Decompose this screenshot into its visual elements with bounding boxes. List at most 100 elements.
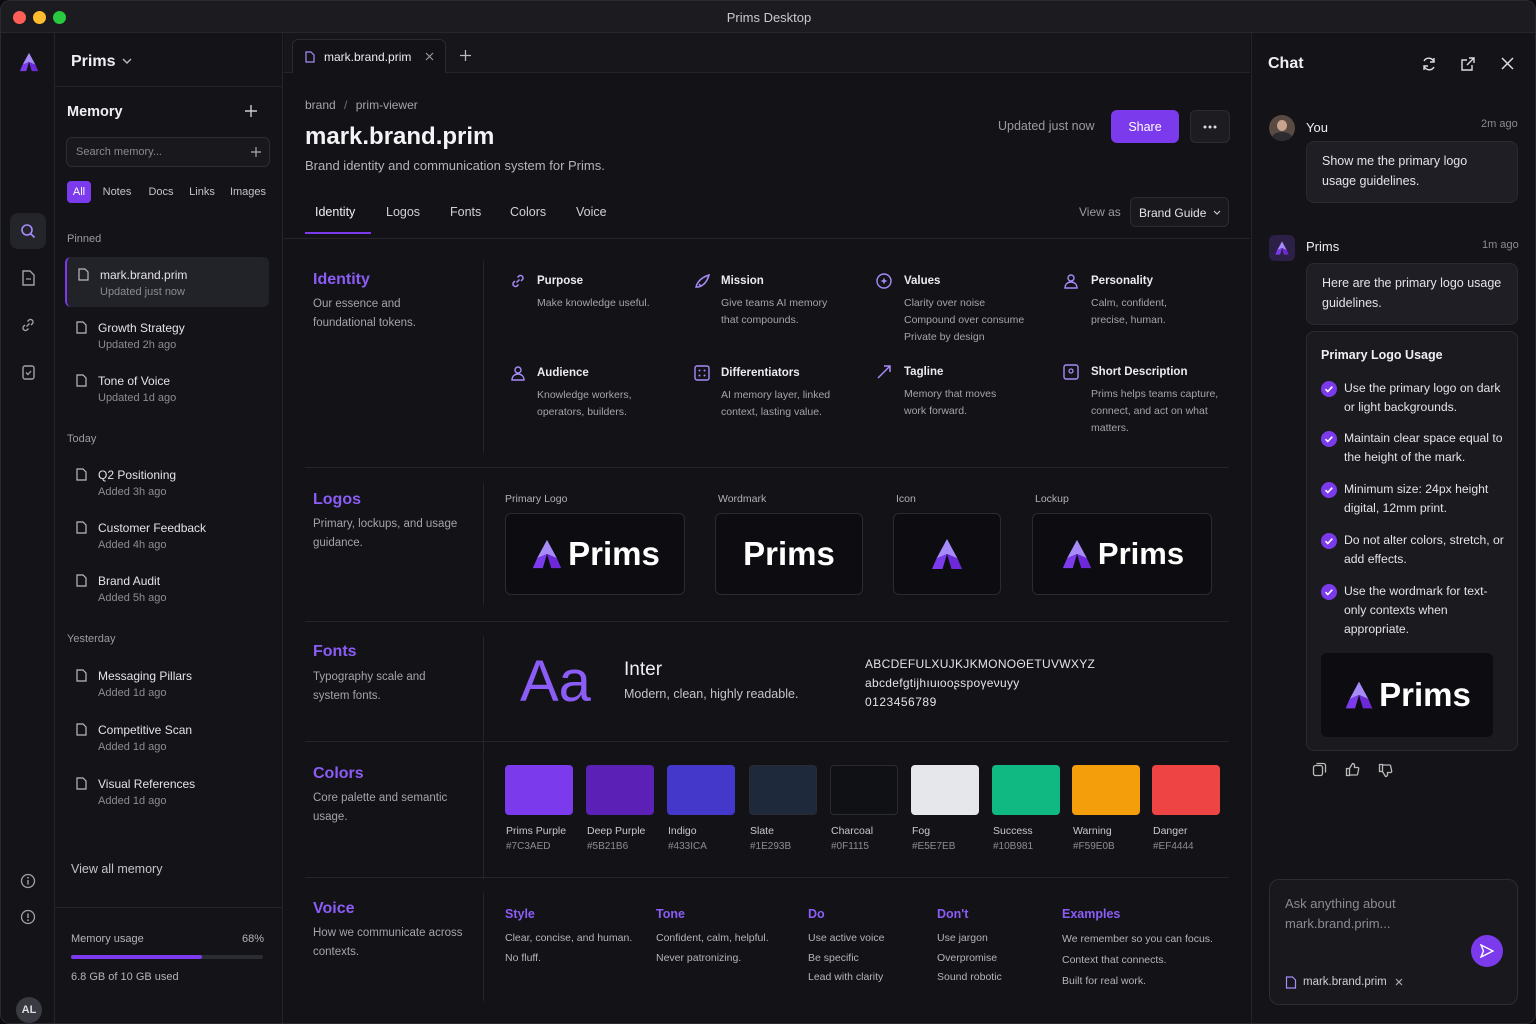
share-button[interactable]: Share — [1111, 110, 1179, 143]
identity-section-title: Identity — [313, 271, 370, 288]
prims-logo-icon — [1062, 539, 1092, 569]
item-title: Customer Feedback — [98, 521, 207, 535]
user-avatar[interactable]: AL — [16, 997, 42, 1023]
pop-out-button[interactable] — [1460, 56, 1476, 72]
tab-identity[interactable]: Identity — [315, 205, 355, 219]
filter-docs[interactable]: Docs — [143, 181, 179, 203]
prims-logo-icon[interactable] — [18, 51, 40, 73]
tab-colors[interactable]: Colors — [510, 205, 546, 219]
breadcrumb-item[interactable]: prim-viewer — [356, 98, 418, 112]
swatch-name: Danger — [1153, 825, 1188, 837]
logo-wordmark: Prims — [568, 535, 660, 572]
tab-mark-brand-prim[interactable]: mark.brand.prim — [292, 39, 446, 73]
attachment-chip[interactable]: mark.brand.prim — [1285, 971, 1403, 993]
new-tab-button[interactable] — [460, 50, 471, 61]
color-swatch[interactable] — [992, 765, 1060, 815]
card-body: Memory that moves work forward. — [904, 388, 997, 417]
chat-input-box[interactable]: Ask anything about mark.brand.prim... ma… — [1269, 879, 1518, 1005]
more-options-button[interactable] — [1190, 110, 1230, 143]
filter-notes[interactable]: Notes — [99, 181, 135, 203]
item-title: Brand Audit — [98, 574, 161, 588]
voice-style-body: Clear, concise, and human. No fluff. — [505, 932, 633, 964]
voice-dont-body: Use jargon Overpromise Sound robotic — [937, 932, 1002, 983]
user-message-time: 2m ago — [1481, 118, 1518, 130]
help-nav-button[interactable] — [10, 899, 46, 935]
wordmark-preview[interactable]: Prims — [715, 513, 863, 595]
color-swatch[interactable] — [830, 765, 898, 815]
color-swatch[interactable] — [1152, 765, 1220, 815]
active-tab-indicator — [305, 232, 371, 234]
list-item[interactable]: Customer Feedback Added 4h ago — [65, 510, 269, 560]
search-input[interactable]: Search memory... — [76, 146, 162, 158]
swatch-name: Prims Purple — [506, 825, 567, 837]
list-item[interactable]: Messaging Pillars Added 1d ago — [65, 658, 269, 708]
list-item[interactable]: Q2 Positioning Added 3h ago — [65, 457, 269, 507]
voice-style-title: Style — [505, 907, 535, 921]
refresh-button[interactable] — [1421, 56, 1437, 72]
list-item[interactable]: Growth Strategy Updated 2h ago — [65, 310, 269, 360]
document-text-icon — [1063, 364, 1079, 380]
item-title: Tone of Voice — [98, 374, 171, 388]
plus-icon[interactable] — [251, 147, 261, 157]
avatar-face — [1277, 120, 1287, 131]
voice-do-body: Use active voice Be specific Lead with c… — [808, 932, 885, 983]
icon-preview[interactable] — [893, 513, 1001, 595]
documents-nav-button[interactable] — [10, 260, 46, 296]
copy-button[interactable] — [1312, 762, 1327, 777]
view-as-label: View as — [1079, 205, 1121, 219]
info-nav-button[interactable] — [10, 863, 46, 899]
tab-fonts[interactable]: Fonts — [450, 205, 481, 219]
view-all-memory-link[interactable]: View all memory — [71, 862, 162, 876]
close-icon — [1501, 57, 1514, 70]
list-item[interactable]: Visual References Added 1d ago — [65, 766, 269, 816]
prims-logo-icon — [1275, 241, 1289, 255]
send-button[interactable] — [1471, 935, 1503, 967]
document-icon — [1285, 975, 1297, 989]
card-title: Audience — [537, 367, 589, 379]
color-swatch[interactable] — [749, 765, 817, 815]
list-item[interactable]: Competitive Scan Added 1d ago — [65, 712, 269, 762]
color-swatch[interactable] — [1072, 765, 1140, 815]
close-chat-button[interactable] — [1501, 57, 1514, 70]
add-memory-button[interactable] — [245, 105, 257, 117]
list-item[interactable]: Tone of Voice Updated 1d ago — [65, 363, 269, 413]
color-swatch[interactable] — [911, 765, 979, 815]
share-arrow-icon — [876, 364, 892, 380]
document-icon — [21, 270, 35, 286]
color-swatch[interactable] — [586, 765, 654, 815]
plus-icon — [245, 105, 257, 117]
swatch-hex: #E5E7EB — [912, 841, 956, 852]
card-title: Short Description — [1091, 366, 1188, 378]
search-memory-field[interactable]: Search memory... — [66, 137, 270, 167]
workspace-name[interactable]: Prims — [71, 53, 115, 71]
tab-voice[interactable]: Voice — [576, 205, 607, 219]
links-nav-button[interactable] — [10, 307, 46, 343]
color-swatch[interactable] — [667, 765, 735, 815]
chat-input[interactable]: Ask anything about mark.brand.prim... — [1285, 894, 1455, 934]
document-icon — [76, 468, 87, 481]
item-title: Competitive Scan — [98, 723, 193, 737]
card-title: Mission — [721, 275, 764, 287]
list-item[interactable]: mark.brand.prim Updated just now — [65, 257, 269, 307]
view-as-select[interactable]: Brand Guide — [1130, 197, 1229, 227]
filter-images[interactable]: Images — [226, 181, 270, 203]
lockup-preview[interactable]: Prims — [1032, 513, 1212, 595]
close-tab-icon[interactable] — [425, 52, 434, 61]
chevron-down-icon[interactable] — [122, 57, 132, 65]
memory-usage-detail: 6.8 GB of 10 GB used — [71, 971, 179, 983]
document-icon — [76, 321, 87, 334]
filter-links[interactable]: Links — [185, 181, 219, 203]
page-subtitle: Brand identity and communication system … — [305, 158, 605, 173]
search-nav-button[interactable] — [10, 213, 46, 249]
thumbs-up-button[interactable] — [1345, 762, 1360, 777]
document-icon — [76, 777, 87, 790]
filter-all[interactable]: All — [67, 181, 91, 203]
check-icon — [1321, 381, 1337, 397]
breadcrumb-item[interactable]: brand — [305, 98, 336, 112]
list-item[interactable]: Brand Audit Added 5h ago — [65, 563, 269, 613]
thumbs-down-button[interactable] — [1378, 763, 1393, 778]
color-swatch[interactable] — [505, 765, 573, 815]
tab-logos[interactable]: Logos — [386, 205, 420, 219]
tasks-nav-button[interactable] — [10, 354, 46, 390]
primary-logo-preview[interactable]: Prims — [505, 513, 685, 595]
